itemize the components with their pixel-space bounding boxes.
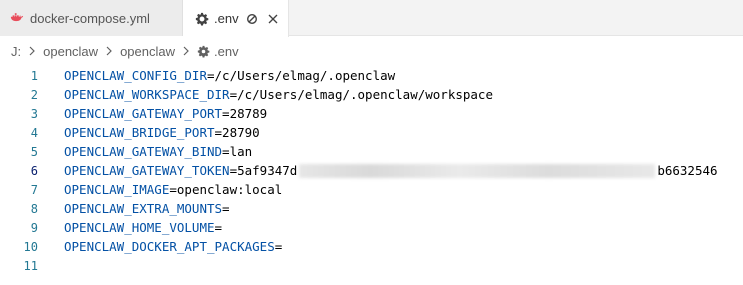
env-key: OPENCLAW_HOME_VOLUME bbox=[64, 220, 215, 235]
chevron-right-icon bbox=[29, 46, 35, 56]
code-line[interactable]: 2 OPENCLAW_WORKSPACE_DIR=/c/Users/elmag/… bbox=[0, 85, 743, 104]
equals-sign: = bbox=[229, 87, 238, 102]
tab-env[interactable]: .env bbox=[183, 0, 289, 37]
equals-sign: = bbox=[229, 162, 238, 178]
env-key: OPENCLAW_GATEWAY_PORT bbox=[64, 106, 223, 121]
line-number: 11 bbox=[23, 258, 38, 273]
gear-icon bbox=[195, 12, 209, 25]
env-value: 28789 bbox=[229, 106, 268, 121]
redacted-token-blur bbox=[299, 164, 656, 179]
code-line[interactable]: 7 OPENCLAW_IMAGE=openclaw:local bbox=[0, 180, 743, 199]
code-editor[interactable]: 1 OPENCLAW_CONFIG_DIR=/c/Users/elmag/.op… bbox=[0, 66, 743, 285]
close-icon[interactable] bbox=[266, 12, 280, 26]
tab-bar: docker-compose.yml .env bbox=[0, 0, 743, 37]
code-line[interactable]: 4 OPENCLAW_BRIDGE_PORT=28790 bbox=[0, 123, 743, 142]
code-line-active[interactable]: 6 OPENCLAW_GATEWAY_TOKEN=5af9347d b663254… bbox=[0, 161, 743, 180]
equals-sign: = bbox=[222, 144, 230, 159]
line-number: 7 bbox=[30, 182, 38, 197]
env-key: OPENCLAW_EXTRA_MOUNTS bbox=[64, 201, 223, 216]
env-key: OPENCLAW_DOCKER_APT_PACKAGES bbox=[64, 239, 275, 254]
gear-icon bbox=[197, 45, 210, 58]
env-key: OPENCLAW_CONFIG_DIR bbox=[64, 68, 207, 83]
env-key: OPENCLAW_WORKSPACE_DIR bbox=[64, 87, 230, 102]
env-value-visible-start: 5af9347d bbox=[237, 162, 298, 178]
env-key: OPENCLAW_BRIDGE_PORT bbox=[64, 125, 215, 140]
env-key: OPENCLAW_GATEWAY_BIND bbox=[64, 144, 223, 159]
code-line[interactable]: 5 OPENCLAW_GATEWAY_BIND=lan bbox=[0, 142, 743, 161]
equals-sign: = bbox=[169, 182, 177, 197]
code-line[interactable]: 1 OPENCLAW_CONFIG_DIR=/c/Users/elmag/.op… bbox=[0, 66, 743, 85]
env-value: openclaw:local bbox=[176, 182, 283, 197]
breadcrumb-item-folder[interactable]: openclaw bbox=[43, 44, 98, 59]
env-key: OPENCLAW_IMAGE bbox=[64, 182, 170, 197]
tab-docker-compose[interactable]: docker-compose.yml bbox=[0, 0, 183, 36]
line-number: 9 bbox=[30, 220, 38, 235]
code-line[interactable]: 11 bbox=[0, 256, 743, 275]
line-number: 3 bbox=[30, 106, 38, 121]
env-value: 28790 bbox=[222, 125, 260, 140]
no-sync-icon bbox=[246, 13, 257, 24]
equals-sign: = bbox=[207, 68, 215, 83]
tab-label: docker-compose.yml bbox=[30, 10, 150, 26]
equals-sign: = bbox=[214, 125, 223, 140]
code-line[interactable]: 10 OPENCLAW_DOCKER_APT_PACKAGES= bbox=[0, 237, 743, 256]
code-line[interactable]: 9 OPENCLAW_HOME_VOLUME= bbox=[0, 218, 743, 237]
tab-label: .env bbox=[214, 11, 239, 26]
code-line[interactable]: 3 OPENCLAW_GATEWAY_PORT=28789 bbox=[0, 104, 743, 123]
line-number: 8 bbox=[30, 201, 38, 216]
equals-sign: = bbox=[222, 201, 230, 216]
equals-sign: = bbox=[214, 220, 223, 235]
line-number: 6 bbox=[30, 163, 38, 178]
breadcrumb-item-drive[interactable]: J: bbox=[11, 44, 21, 59]
env-key: OPENCLAW_GATEWAY_TOKEN bbox=[64, 162, 230, 178]
chevron-right-icon bbox=[183, 46, 189, 56]
docker-whale-icon bbox=[10, 13, 24, 22]
env-value-visible-end: b6632546 bbox=[657, 162, 718, 178]
line-number: 5 bbox=[30, 144, 38, 159]
env-value: /c/Users/elmag/.openclaw/workspace bbox=[237, 87, 493, 102]
line-number: 4 bbox=[30, 125, 38, 140]
breadcrumb-item-file[interactable]: .env bbox=[214, 44, 239, 59]
env-value: lan bbox=[229, 144, 253, 159]
breadcrumb: J: openclaw openclaw .env bbox=[0, 37, 743, 65]
line-number: 1 bbox=[30, 68, 38, 83]
line-number: 10 bbox=[23, 239, 38, 254]
breadcrumb-item-folder[interactable]: openclaw bbox=[120, 44, 175, 59]
code-line[interactable]: 8 OPENCLAW_EXTRA_MOUNTS= bbox=[0, 199, 743, 218]
equals-sign: = bbox=[222, 106, 230, 121]
line-number: 2 bbox=[30, 87, 38, 102]
equals-sign: = bbox=[274, 239, 283, 254]
env-value: /c/Users/elmag/.openclaw bbox=[214, 68, 396, 83]
chevron-right-icon bbox=[106, 46, 112, 56]
